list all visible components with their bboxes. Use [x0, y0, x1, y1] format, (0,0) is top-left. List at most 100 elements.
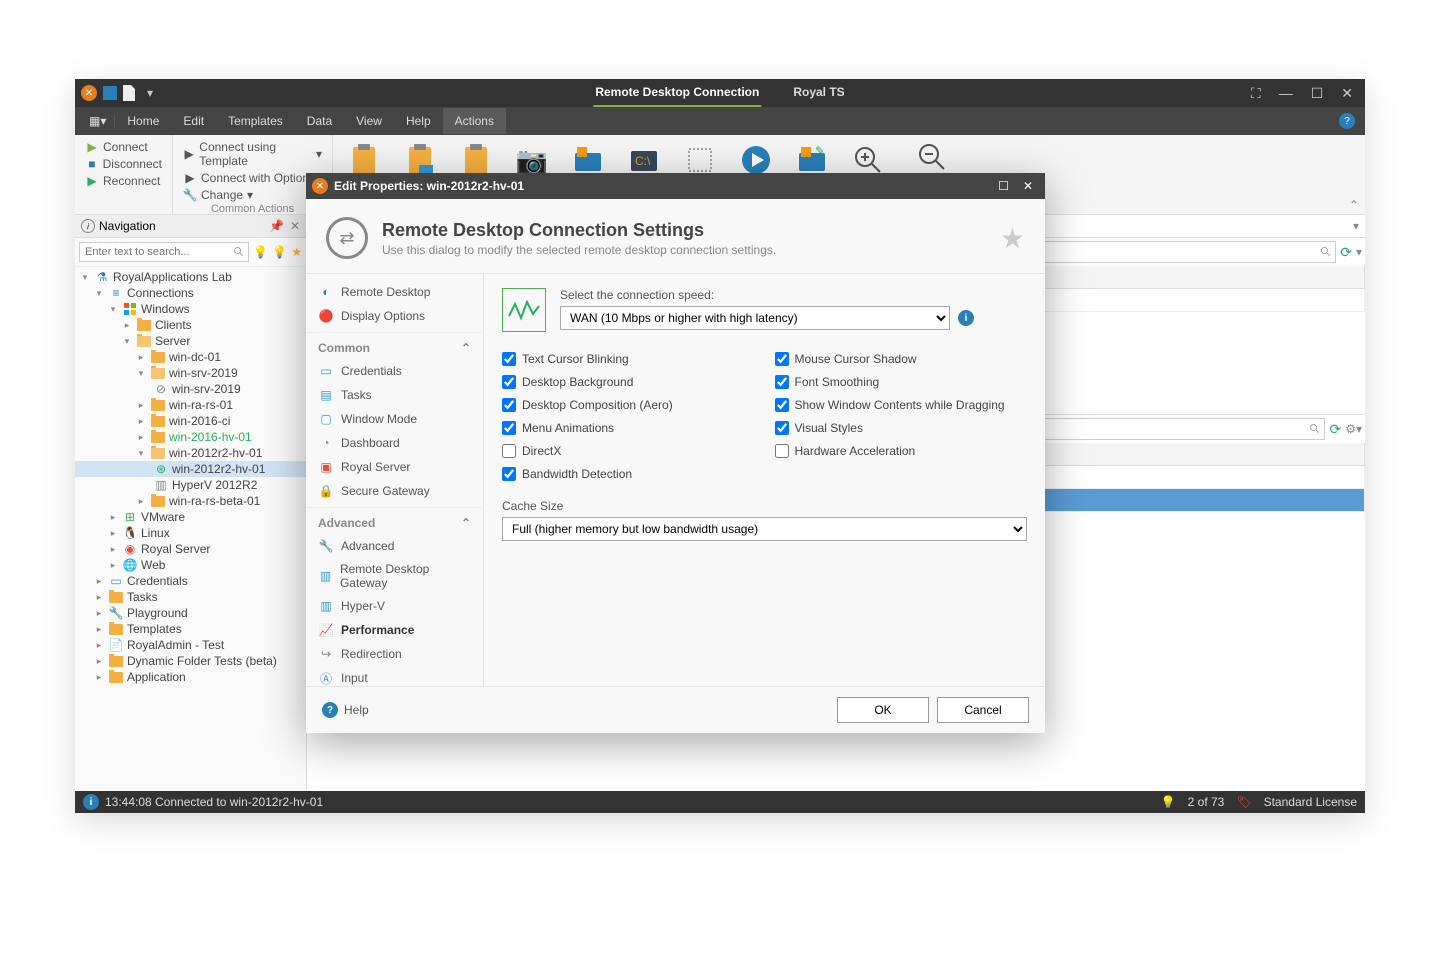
nav-search-input[interactable] [79, 242, 249, 262]
tree-tasks[interactable]: ▸Tasks [75, 589, 306, 605]
cancel-button[interactable]: Cancel [937, 697, 1029, 723]
checkbox[interactable] [502, 444, 516, 458]
side-section-advanced[interactable]: Advanced⌃ [306, 507, 483, 534]
side-window-mode[interactable]: ▢Window Mode [306, 407, 483, 431]
tree-item[interactable]: ▸win-ra-rs-beta-01 [75, 493, 306, 509]
document-icon[interactable] [123, 85, 135, 101]
info-icon[interactable]: i [958, 310, 974, 326]
minimize-icon[interactable]: ― [1279, 85, 1293, 101]
tab-dropdown-icon[interactable]: ▾ [1353, 219, 1359, 233]
side-dashboard[interactable]: ◔Dashboard [306, 431, 483, 455]
checkbox[interactable] [502, 421, 516, 435]
check-visual-styles[interactable]: Visual Styles [775, 421, 1028, 435]
panel-close-icon[interactable]: ✕ [290, 219, 300, 233]
side-input[interactable]: ⒶInput [306, 666, 483, 686]
checkbox[interactable] [775, 444, 789, 458]
pin-icon[interactable]: 📌 [269, 219, 284, 233]
tree-web[interactable]: ▸🌐Web [75, 557, 306, 573]
tree-item[interactable]: ▥HyperV 2012R2 [75, 477, 306, 493]
side-rd-gateway[interactable]: ▥Remote Desktop Gateway [306, 558, 483, 594]
check-bandwidth-detection[interactable]: Bandwidth Detection [502, 467, 755, 481]
tree-clients[interactable]: ▸Clients [75, 317, 306, 333]
check-menu-animations[interactable]: Menu Animations [502, 421, 755, 435]
tree-royalserver[interactable]: ▸◉Royal Server [75, 541, 306, 557]
maximize-icon[interactable]: ☐ [1311, 85, 1324, 102]
connect-options-button[interactable]: ▶Connect with Options [181, 170, 324, 186]
side-advanced[interactable]: 🔧Advanced [306, 534, 483, 558]
menu-home[interactable]: Home [115, 108, 171, 134]
tree-templates[interactable]: ▸Templates [75, 621, 306, 637]
tree-connections[interactable]: ▾≡Connections [75, 285, 306, 301]
checkbox[interactable] [775, 421, 789, 435]
check-show-window-contents-while-dragging[interactable]: Show Window Contents while Dragging [775, 398, 1028, 412]
connect-button[interactable]: ▶Connect [83, 139, 164, 155]
menu-edit[interactable]: Edit [171, 108, 216, 134]
change-button[interactable]: 🔧Change ▾ [181, 187, 324, 203]
side-redirection[interactable]: ↪Redirection [306, 642, 483, 666]
tree-royaladmin[interactable]: ▸📄RoyalAdmin - Test [75, 637, 306, 653]
refresh-icon[interactable]: ⟳ [1340, 244, 1352, 261]
side-display-options[interactable]: 🔴Display Options [306, 304, 483, 328]
ok-button[interactable]: OK [837, 697, 929, 723]
tree-linux[interactable]: ▸🐧Linux [75, 525, 306, 541]
side-secure-gateway[interactable]: 🔒Secure Gateway [306, 479, 483, 503]
save-icon[interactable] [103, 86, 117, 100]
tree-item[interactable]: ▾win-2012r2-hv-01 [75, 445, 306, 461]
tree-playground[interactable]: ▸🔧Playground [75, 605, 306, 621]
menu-view[interactable]: View [344, 108, 394, 134]
checkbox[interactable] [502, 352, 516, 366]
gear-icon[interactable]: ⚙▾ [1345, 422, 1362, 436]
tree-item[interactable]: ▸win-2016-ci [75, 413, 306, 429]
menu-help[interactable]: Help [394, 108, 443, 134]
speed-select[interactable]: WAN (10 Mbps or higher with high latency… [560, 306, 950, 330]
star-icon[interactable]: ★ [291, 245, 302, 259]
tree-item[interactable]: ⊘win-srv-2019 [75, 381, 306, 397]
tree-vmware[interactable]: ▸⊞VMware [75, 509, 306, 525]
side-performance[interactable]: 📈Performance [306, 618, 483, 642]
help-link[interactable]: ? Help [322, 702, 369, 718]
side-credentials[interactable]: ▭Credentials [306, 359, 483, 383]
close-icon[interactable]: ✕ [1023, 179, 1033, 193]
maximize-icon[interactable]: ☐ [998, 179, 1009, 193]
check-directx[interactable]: DirectX [502, 444, 755, 458]
checkbox[interactable] [775, 375, 789, 389]
help-icon[interactable]: ? [1339, 113, 1355, 129]
tree-item-selected[interactable]: ⊛win-2012r2-hv-01 [75, 461, 306, 477]
menu-templates[interactable]: Templates [216, 108, 295, 134]
bulb-icon[interactable]: 💡 [1161, 795, 1176, 809]
tree-item[interactable]: ▸win-dc-01 [75, 349, 306, 365]
dropdown-icon[interactable]: ▾ [1356, 245, 1362, 259]
checkbox[interactable] [775, 398, 789, 412]
side-hyperv[interactable]: ▥Hyper-V [306, 594, 483, 618]
tree-root[interactable]: ▾⚗RoyalApplications Lab [75, 269, 306, 285]
check-desktop-background[interactable]: Desktop Background [502, 375, 755, 389]
favorite-star-icon[interactable]: ★ [1000, 222, 1025, 255]
side-tasks[interactable]: ▤Tasks [306, 383, 483, 407]
cache-select[interactable]: Full (higher memory but low bandwidth us… [502, 517, 1027, 541]
tree-item[interactable]: ▸win-2016-hv-01 [75, 429, 306, 445]
tree-item[interactable]: ▾win-srv-2019 [75, 365, 306, 381]
tree-application[interactable]: ▸Application [75, 669, 306, 685]
nav-tree[interactable]: ▾⚗RoyalApplications Lab ▾≡Connections ▾W… [75, 267, 306, 791]
checkbox[interactable] [775, 352, 789, 366]
reconnect-button[interactable]: ▶Reconnect [83, 173, 164, 189]
tree-windows[interactable]: ▾Windows [75, 301, 306, 317]
tree-dynfolder[interactable]: ▸Dynamic Folder Tests (beta) [75, 653, 306, 669]
checkbox[interactable] [502, 398, 516, 412]
ribbon-collapse-icon[interactable]: ⌃ [1349, 198, 1359, 212]
fullscreen-icon[interactable]: ⛶ [1251, 85, 1261, 102]
refresh-icon[interactable]: ⟳ [1329, 421, 1341, 438]
checkbox[interactable] [502, 467, 516, 481]
tab-connection[interactable]: Remote Desktop Connection [593, 79, 761, 107]
disconnect-button[interactable]: ■Disconnect [83, 156, 164, 172]
tree-server[interactable]: ▾Server [75, 333, 306, 349]
panel-layout-icon[interactable]: ▦▾ [81, 114, 115, 128]
bulb-icon[interactable]: 💡 [253, 245, 268, 259]
tree-item[interactable]: ▸win-ra-rs-01 [75, 397, 306, 413]
menu-actions[interactable]: Actions [443, 108, 506, 134]
connect-template-button[interactable]: ▶Connect using Template ▾ [181, 139, 324, 169]
menu-data[interactable]: Data [295, 108, 344, 134]
check-text-cursor-blinking[interactable]: Text Cursor Blinking [502, 352, 755, 366]
checkbox[interactable] [502, 375, 516, 389]
side-remote-desktop[interactable]: ◐Remote Desktop [306, 280, 483, 304]
